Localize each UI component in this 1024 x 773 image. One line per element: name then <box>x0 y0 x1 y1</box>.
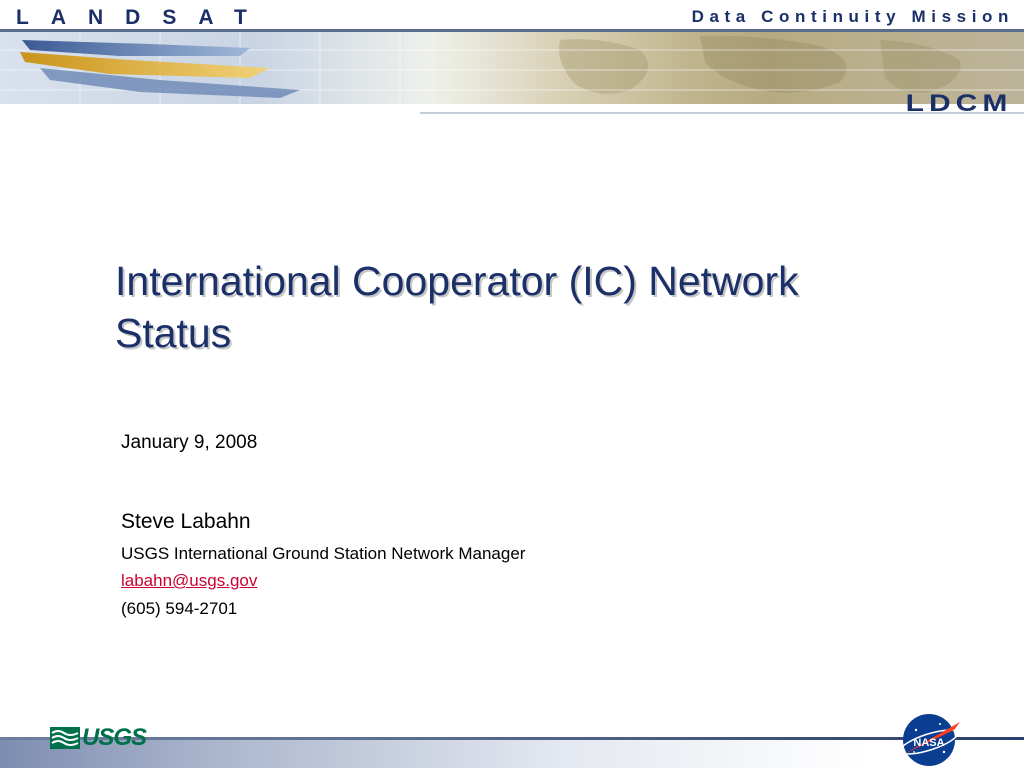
usgs-wave-icon <box>50 727 80 749</box>
footer-band <box>0 740 1024 768</box>
header-banner: LANDSAT Data Continuity Mission LDCM <box>0 0 1024 128</box>
landsat-wordmark: LANDSAT <box>16 6 269 29</box>
ldcm-logo: LDCM <box>905 90 1012 117</box>
nasa-meatball-logo: NASA <box>896 708 966 773</box>
presenter-role: USGS International Ground Station Networ… <box>121 544 526 563</box>
nasa-logo-text: NASA <box>913 737 944 749</box>
presenter-email-link[interactable]: labahn@usgs.gov <box>121 571 257 591</box>
usgs-logo-text: USGS <box>82 724 147 751</box>
mission-wordmark: Data Continuity Mission <box>691 7 1014 26</box>
usgs-logo: USGS <box>50 724 147 752</box>
slide-title: International Cooperator (IC) Network St… <box>115 258 799 356</box>
presenter-phone: (605) 594-2701 <box>121 599 238 618</box>
presentation-date: January 9, 2008 <box>121 432 258 453</box>
presenter-name: Steve Labahn <box>121 510 251 533</box>
